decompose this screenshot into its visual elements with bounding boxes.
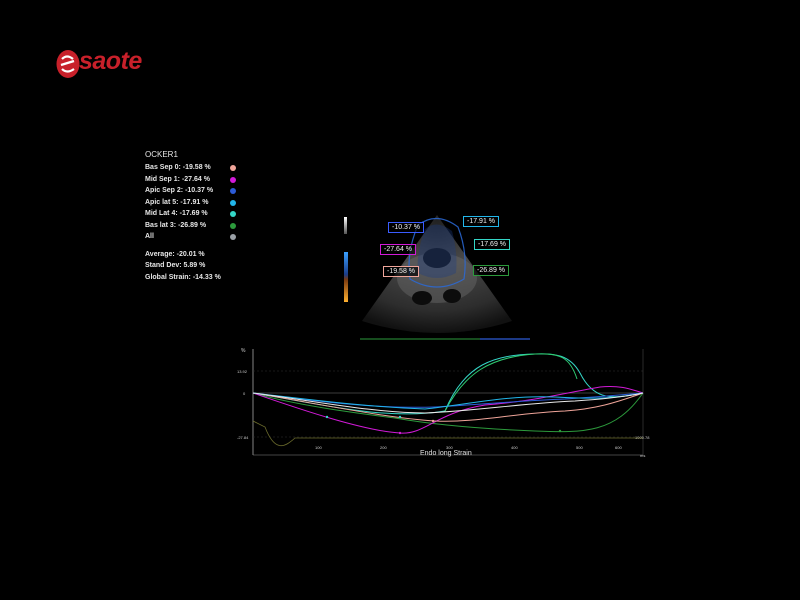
segment-label: Apic Sep 2: -10.37 % bbox=[145, 187, 214, 194]
segment-row[interactable]: Bas Sep 0: -19.58 % bbox=[145, 162, 255, 174]
x-end-label: 1000.78 bbox=[635, 435, 650, 440]
x-tick-label: 400 bbox=[511, 445, 518, 450]
y-tick-label: 13.92 bbox=[237, 369, 248, 374]
segment-color-dot-icon bbox=[230, 188, 236, 194]
segment-row[interactable]: Apic Sep 2: -10.37 % bbox=[145, 185, 255, 197]
curve-mid-sep bbox=[252, 386, 644, 434]
segment-row[interactable]: Apic lat 5: -17.91 % bbox=[145, 197, 255, 209]
curve-marker bbox=[398, 431, 402, 435]
segment-color-dot-icon bbox=[230, 222, 236, 229]
logo-text: saote bbox=[79, 47, 142, 75]
segment-label: Apic lat 5: -17.91 % bbox=[145, 198, 209, 206]
segment-color-dot-icon bbox=[230, 234, 236, 240]
x-unit-label: ms bbox=[640, 453, 645, 458]
segment-list: Bas Sep 0: -19.58 % Mid Sep 1: -27.64 % Ap… bbox=[145, 162, 255, 243]
y-unit-label: % bbox=[241, 348, 246, 354]
segment-row[interactable]: Bas lat 3: -26.89 % bbox=[145, 220, 255, 232]
x-tick-label: 200 bbox=[380, 445, 387, 450]
segment-label: Bas lat 3: -26.89 % bbox=[145, 221, 207, 229]
segment-label: Bas Sep 0: -19.58 % bbox=[145, 164, 211, 171]
echo-strain-label: -17.69 % bbox=[474, 239, 511, 250]
segment-color-dot-icon bbox=[230, 176, 236, 183]
echo-strain-label: -17.91 % bbox=[463, 216, 500, 227]
segment-row[interactable]: All bbox=[145, 231, 255, 243]
segment-panel: OCKER1 Bas Sep 0: -19.58 % Mid Sep 1: -27… bbox=[145, 150, 255, 283]
segment-label: Mid Sep 1: -27.64 % bbox=[145, 175, 210, 183]
segment-row[interactable]: Mid Sep 1: -27.64 % bbox=[145, 174, 255, 186]
segment-label: Mid Lat 4: -17.69 % bbox=[145, 210, 208, 217]
stand-dev-value: Stand Dev: 5.89 % bbox=[145, 262, 206, 269]
curve-marker bbox=[558, 429, 562, 433]
segment-color-dot-icon bbox=[230, 165, 236, 171]
average-value: Average: -20.01 % bbox=[145, 250, 205, 258]
esaote-logo: saote bbox=[55, 47, 160, 80]
curve-marker bbox=[325, 415, 329, 419]
y-tick-label: -27.84 bbox=[237, 435, 249, 440]
global-strain-value: Global Strain: -14.33 % bbox=[145, 273, 221, 281]
echo-strain-label: -19.58 % bbox=[383, 266, 420, 277]
segment-label: All bbox=[145, 233, 154, 240]
logo-mark-icon bbox=[56, 50, 80, 78]
x-tick-label: 600 bbox=[615, 445, 622, 450]
echo-strain-label: -27.64 % bbox=[380, 244, 417, 255]
echo-image bbox=[360, 215, 530, 340]
segment-color-dot-icon bbox=[230, 199, 236, 206]
x-tick-label: 100 bbox=[315, 445, 322, 450]
plot-title: Endo long Strain bbox=[420, 450, 472, 457]
x-tick-label: 500 bbox=[576, 445, 583, 450]
curve-marker bbox=[398, 415, 402, 419]
y-tick-label: 0 bbox=[243, 391, 246, 396]
segment-row[interactable]: Mid Lat 4: -17.69 % bbox=[145, 208, 255, 220]
curve-marker bbox=[431, 419, 435, 423]
echo-strain-label: -10.37 % bbox=[388, 222, 425, 233]
echo-strain-label: -26.89 % bbox=[473, 265, 510, 276]
strain-plot: % 13.92 0 -27.84 100 200 300 400 500 600… bbox=[237, 348, 650, 458]
stats-block: Average: -20.01 % Stand Dev: 5.89 % Glob… bbox=[145, 249, 255, 284]
segment-color-dot-icon bbox=[230, 211, 236, 217]
panel-title: OCKER1 bbox=[145, 150, 178, 159]
